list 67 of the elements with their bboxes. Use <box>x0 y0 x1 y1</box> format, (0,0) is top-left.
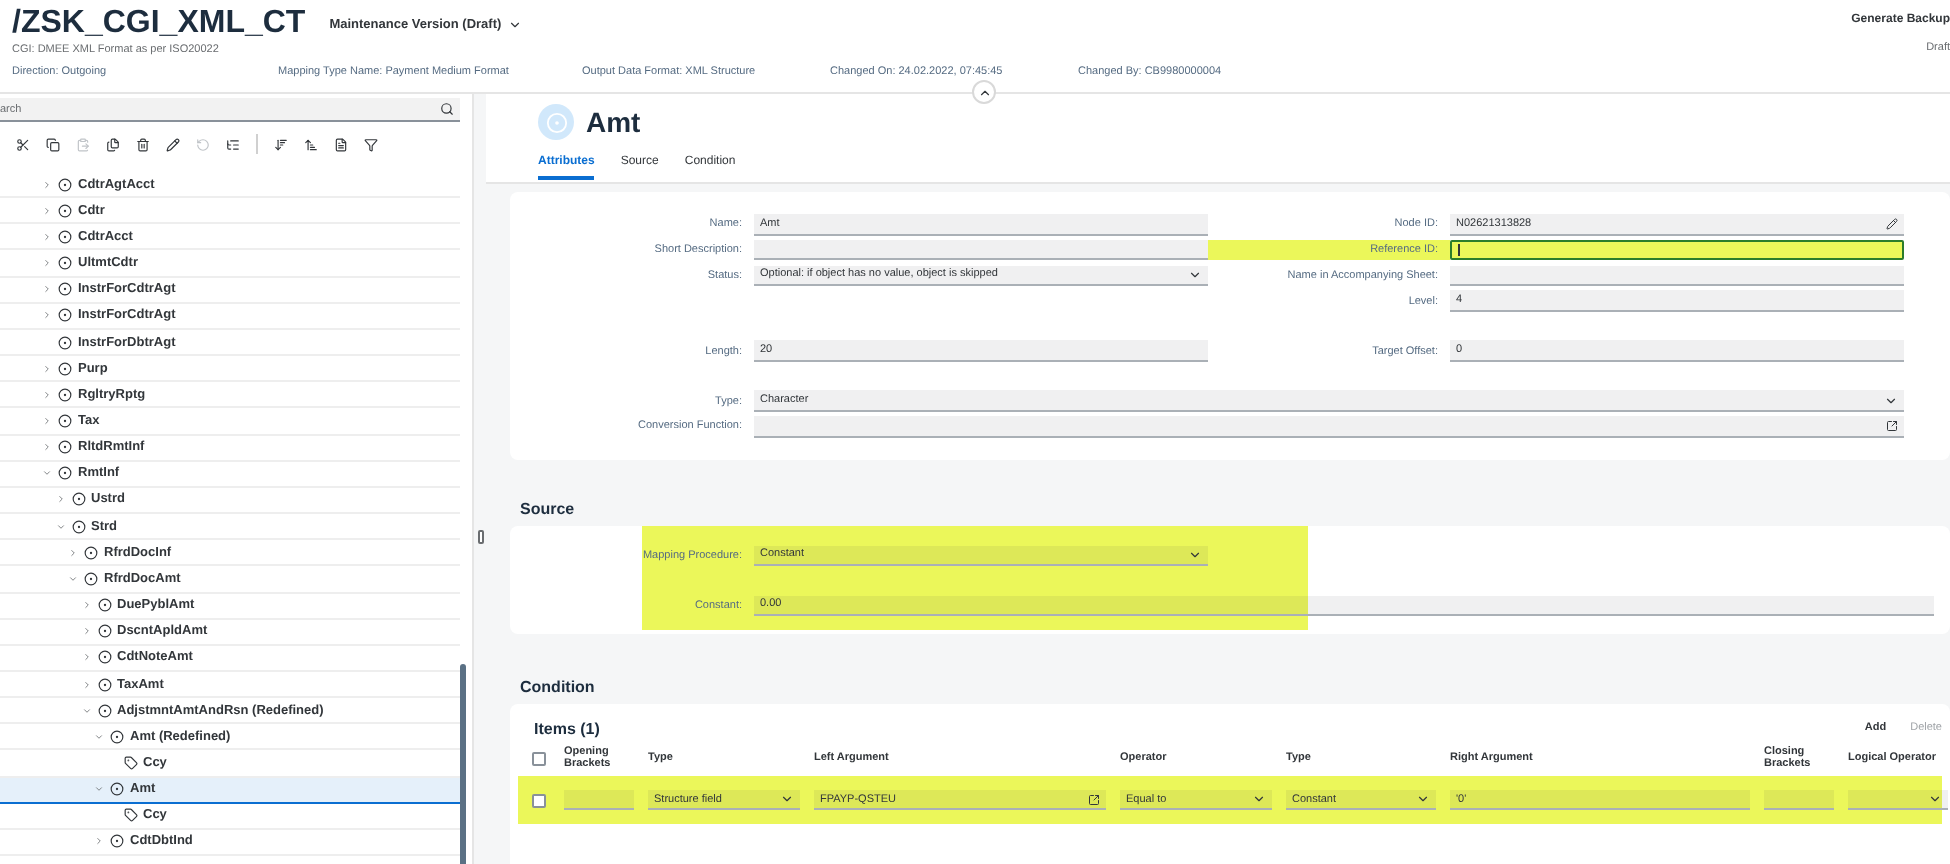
tree-icon[interactable] <box>226 137 240 151</box>
select-field[interactable] <box>1848 789 1948 811</box>
pencil-icon[interactable] <box>166 137 180 151</box>
tag-icon <box>123 756 137 771</box>
collapse-header-button[interactable] <box>972 80 996 104</box>
collapsed-icon[interactable] <box>81 600 91 611</box>
element-icon <box>110 834 124 849</box>
collapsed-icon[interactable] <box>42 231 52 242</box>
input-field[interactable] <box>1450 239 1904 261</box>
collapsed-icon[interactable] <box>42 284 52 295</box>
document-icon[interactable] <box>334 137 348 151</box>
input-field[interactable] <box>1450 265 1904 287</box>
collapsed-icon[interactable] <box>55 494 65 505</box>
collapsed-icon[interactable] <box>42 205 52 216</box>
dropdown-icon <box>1416 792 1430 807</box>
collapsed-icon[interactable] <box>42 442 52 453</box>
value-help-icon <box>1886 419 1898 432</box>
collapsed-icon[interactable] <box>94 836 104 847</box>
filter-icon[interactable] <box>364 137 378 151</box>
expanded-icon[interactable] <box>81 705 91 716</box>
input-field[interactable] <box>754 416 1904 438</box>
expanded-icon[interactable] <box>94 731 104 742</box>
dropdown-icon <box>1188 267 1202 282</box>
select-all-checkbox[interactable] <box>532 751 546 766</box>
value-help-icon <box>1088 793 1100 806</box>
collapsed-icon[interactable] <box>42 415 52 426</box>
tag-icon <box>123 808 137 823</box>
copy-icon[interactable] <box>46 137 60 151</box>
collapsed-icon[interactable] <box>81 626 91 637</box>
input-field[interactable] <box>1764 789 1834 811</box>
node-icon <box>538 104 574 140</box>
object-title: Amt <box>586 106 641 138</box>
expanded-icon[interactable] <box>42 468 52 479</box>
expanded-icon[interactable] <box>94 784 104 795</box>
row-checkbox[interactable] <box>532 793 546 808</box>
collapsed-icon[interactable] <box>68 547 78 558</box>
collapsed-icon[interactable] <box>42 363 52 374</box>
expanded-icon[interactable] <box>55 521 65 532</box>
section-title: Condition <box>520 678 597 697</box>
input-field[interactable] <box>754 239 1208 261</box>
section-title: Source <box>520 499 577 518</box>
collapsed-icon[interactable] <box>42 310 52 321</box>
splitter-handle[interactable] <box>477 530 483 544</box>
dropdown-icon <box>780 792 794 807</box>
caret-icon <box>507 17 522 31</box>
sort-down-icon[interactable] <box>274 137 288 151</box>
expanded-icon[interactable] <box>68 573 78 584</box>
input-field[interactable] <box>564 789 634 811</box>
sort-up-icon[interactable] <box>304 137 318 151</box>
dropdown-icon <box>1188 547 1202 562</box>
trash-icon[interactable] <box>136 137 150 151</box>
dropdown-icon <box>1928 792 1942 807</box>
collapsed-icon[interactable] <box>81 679 91 690</box>
chevron-up-icon <box>977 85 991 99</box>
collapsed-icon[interactable] <box>42 179 52 190</box>
items-title: Items (1) <box>532 719 602 738</box>
element-icon <box>110 782 124 797</box>
cut-icon[interactable] <box>16 137 30 151</box>
page-title: /ZSK_CGI_XML_CT <box>12 6 306 42</box>
dropdown-icon <box>1884 393 1898 408</box>
pencil-icon <box>1886 217 1898 230</box>
collapsed-icon[interactable] <box>42 258 52 269</box>
dropdown-icon <box>1252 792 1266 807</box>
duplicate-icon[interactable] <box>106 137 120 151</box>
collapsed-icon[interactable] <box>42 389 52 400</box>
search-icon[interactable] <box>440 102 454 116</box>
collapsed-icon[interactable] <box>81 652 91 663</box>
